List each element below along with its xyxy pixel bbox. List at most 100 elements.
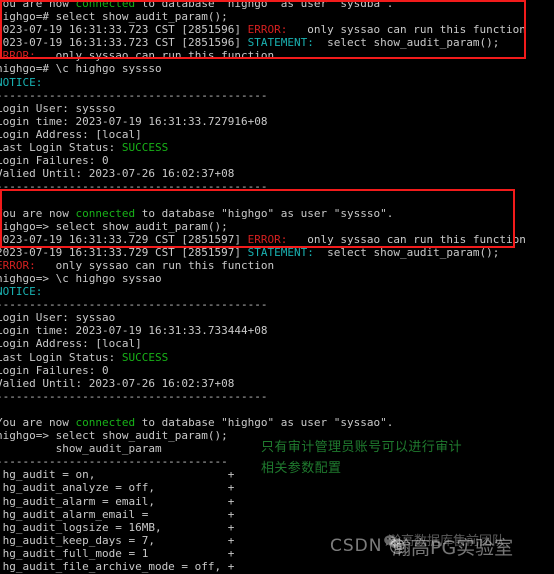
terminal-text: to database "highgo" as user "syssao".: [135, 416, 394, 429]
terminal-line: 2023-07-19 16:31:33.723 CST [2851596] ST…: [0, 36, 554, 49]
terminal-text: 2023-07-19 16:31:33.723 CST [2851596]: [0, 23, 248, 37]
terminal-line: ----------------------------------------…: [0, 298, 554, 311]
terminal-text: hg_audit_alarm = email, +: [0, 494, 235, 508]
terminal-line: ERROR: only syssao can run this function: [0, 49, 554, 62]
terminal-text: Login time: 2023-07-19 16:31:33.727916+0…: [0, 114, 268, 128]
terminal-text: only syssao can run this function: [35, 49, 275, 63]
terminal-line: Login User: syssao: [0, 311, 554, 324]
terminal-line: NOTICE:: [0, 285, 554, 298]
terminal-line: 2023-07-19 16:31:33.729 CST [2851597] ER…: [0, 233, 554, 246]
terminal-text: highgo=> \c highgo syssao: [0, 271, 162, 285]
terminal-text: ----------------------------------------…: [0, 88, 268, 102]
terminal-line: NOTICE:: [0, 76, 554, 89]
terminal-text: ERROR:: [247, 232, 288, 246]
terminal-line: You are now connected to database "highg…: [0, 416, 554, 429]
terminal-text: Login Failures: 0: [0, 363, 109, 377]
terminal-text: You are now: [0, 206, 76, 220]
terminal-text: SUCCESS: [121, 350, 169, 364]
annotation-audit-admin-note: 只有审计管理员账号可以进行审计 相关参数配置: [261, 440, 463, 476]
terminal-line: hg_audit_full_mode = 1 +: [0, 547, 554, 560]
terminal-text: connected: [75, 206, 136, 220]
terminal-text: hg_audit_full_mode = 1 +: [0, 546, 235, 560]
terminal-text: Login User: syssao: [0, 311, 116, 325]
terminal-line: Login Address: [local]: [0, 128, 554, 141]
terminal-line: ----------------------------------------…: [0, 180, 554, 193]
terminal-line: hg_audit_logsize = 16MB, +: [0, 521, 554, 534]
terminal-text: hg_audit_logsize = 16MB, +: [0, 520, 235, 534]
terminal-text: 2023-07-19 16:31:33.723 CST [2851596]: [0, 36, 248, 50]
terminal-text: only syssao can run this function: [287, 23, 526, 37]
terminal-line: highgo=# select show_audit_param();: [0, 10, 554, 23]
terminal-text: Login time: 2023-07-19 16:31:33.733444+0…: [0, 324, 268, 338]
terminal-line: Login User: syssso: [0, 102, 554, 115]
terminal-text: highgo=> select show_audit_param();: [0, 429, 228, 443]
terminal-line: hg_audit_alarm_email = +: [0, 508, 554, 521]
terminal-text: ----------------------------------------…: [0, 180, 268, 194]
terminal-line: You are now connected to database "highg…: [0, 207, 554, 220]
terminal-line: ERROR: only syssao can run this function: [0, 259, 554, 272]
terminal-text: Last Login Status:: [0, 141, 122, 155]
terminal-text: Valied Until: 2023-07-26 16:02:37+08: [0, 167, 235, 181]
terminal-text: Login User: syssso: [0, 101, 116, 115]
terminal-text: show_audit_param: [0, 442, 162, 456]
terminal-output: You are now connected to database "highg…: [0, 0, 554, 574]
terminal-line: ----------------------------------------…: [0, 89, 554, 102]
terminal-line: highgo=> select show_audit_param();: [0, 220, 554, 233]
terminal-text: You are now: [0, 416, 76, 429]
terminal-line: You are now connected to database "highg…: [0, 0, 554, 10]
terminal-text: ERROR:: [0, 49, 36, 63]
terminal-line: highgo=> \c highgo syssao: [0, 272, 554, 285]
terminal-text: highgo=# \c highgo syssso: [0, 62, 162, 76]
terminal-text: hg_audit = on, +: [0, 468, 235, 482]
terminal-text: connected: [75, 416, 136, 429]
terminal-line: 2023-07-19 16:31:33.723 CST [2851596] ER…: [0, 23, 554, 36]
terminal-line: Login Failures: 0: [0, 154, 554, 167]
terminal-line: Login time: 2023-07-19 16:31:33.727916+0…: [0, 115, 554, 128]
terminal-text: hg_audit_alarm_email = +: [0, 507, 235, 521]
terminal-text: Login Failures: 0: [0, 154, 109, 168]
terminal-text: 2023-07-19 16:31:33.729 CST [2851597]: [0, 245, 248, 259]
terminal-text: ERROR:: [0, 258, 36, 272]
terminal-text: connected: [75, 0, 136, 10]
terminal-text: highgo=# select show_audit_param();: [0, 10, 228, 24]
terminal-line: hg_audit_keep_days = 7, +: [0, 534, 554, 547]
terminal-line: Valied Until: 2023-07-26 16:02:37+08: [0, 167, 554, 180]
terminal-text: hg_audit_keep_days = 7, +: [0, 533, 235, 547]
terminal-text: -----------------------------------: [0, 455, 228, 469]
terminal-text: Valied Until: 2023-07-26 16:02:37+08: [0, 376, 235, 390]
terminal-line: highgo=# \c highgo syssso: [0, 62, 554, 75]
terminal-text: 2023-07-19 16:31:33.729 CST [2851597]: [0, 232, 248, 246]
terminal-text: hg_audit_analyze = off, +: [0, 481, 235, 495]
terminal-text: select show_audit_param();: [313, 245, 500, 259]
terminal-line: 2023-07-19 16:31:33.729 CST [2851597] ST…: [0, 246, 554, 259]
terminal-text: to database "highgo" as user "syssso".: [135, 206, 394, 220]
terminal-text: NOTICE:: [0, 75, 43, 89]
terminal-text: STATEMENT:: [247, 245, 314, 259]
terminal-text: ERROR:: [247, 23, 288, 37]
terminal-text: Login Address: [local]: [0, 337, 142, 351]
terminal-text: ----------------------------------------…: [0, 298, 268, 312]
terminal-line: Login Failures: 0: [0, 364, 554, 377]
terminal-text: Last Login Status:: [0, 350, 122, 364]
terminal-text: SUCCESS: [121, 141, 169, 155]
terminal-line: Login time: 2023-07-19 16:31:33.733444+0…: [0, 324, 554, 337]
terminal-window[interactable]: You are now connected to database "highg…: [0, 0, 554, 574]
terminal-text: You are now: [0, 0, 76, 10]
terminal-text: Login Address: [local]: [0, 127, 142, 141]
terminal-text: only syssao can run this function: [287, 232, 526, 246]
terminal-line: hg_audit_file_archive_mode = off, +: [0, 560, 554, 573]
terminal-line: Last Login Status: SUCCESS: [0, 351, 554, 364]
terminal-line: Login Address: [local]: [0, 337, 554, 350]
terminal-line: hg_audit_analyze = off, +: [0, 481, 554, 494]
terminal-text: select show_audit_param();: [313, 36, 500, 50]
terminal-text: ----------------------------------------…: [0, 389, 268, 403]
terminal-text: hg_audit_file_archive_mode = off, +: [0, 560, 235, 574]
terminal-text: highgo=> select show_audit_param();: [0, 219, 228, 233]
terminal-line: Valied Until: 2023-07-26 16:02:37+08: [0, 377, 554, 390]
terminal-line: Last Login Status: SUCCESS: [0, 141, 554, 154]
terminal-text: only syssao can run this function: [35, 258, 275, 272]
terminal-text: NOTICE:: [0, 285, 43, 299]
terminal-line: ----------------------------------------…: [0, 390, 554, 403]
